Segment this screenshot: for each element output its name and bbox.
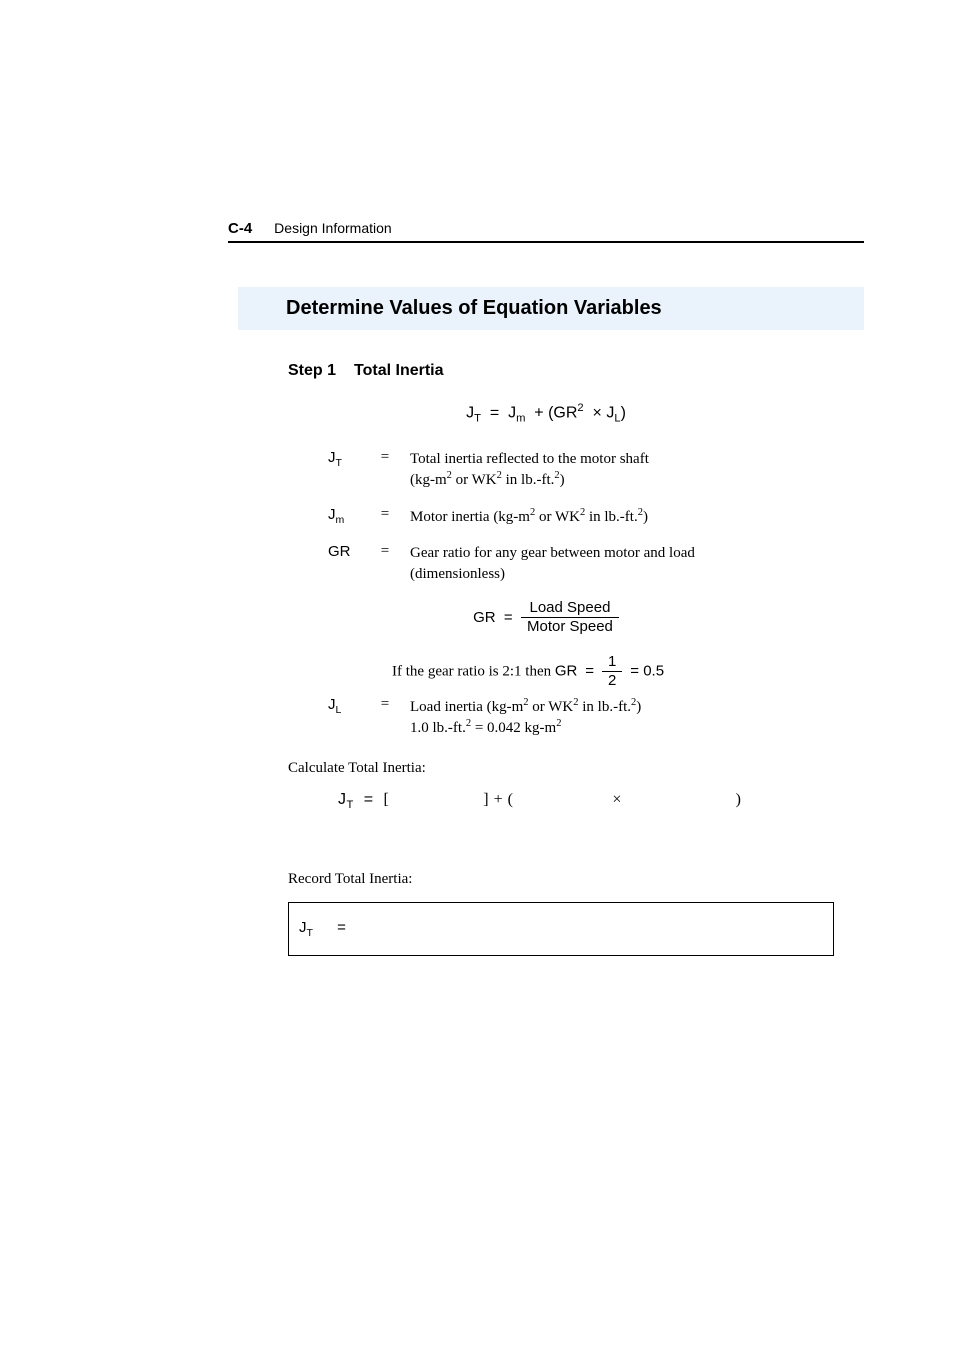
def-jm-sym-var: J	[328, 506, 336, 523]
def-jt: JT = Total inertia reflected to the moto…	[328, 449, 864, 491]
calculate-label: Calculate Total Inertia:	[288, 760, 864, 777]
eq-jt-var: J	[466, 404, 474, 421]
def-jm-text-c: in lb.-ft.	[585, 509, 638, 525]
gr-example-lhs: GR	[555, 662, 578, 679]
def-jl-text: Load inertia (kg-m2 or WK2 in lb.-ft.2) …	[410, 696, 864, 739]
step-1-header: Step 1 Total Inertia	[288, 362, 864, 380]
eq-jt-sub: T	[474, 413, 481, 425]
def-jt-text-line1: Total inertia reflected to the motor sha…	[410, 451, 649, 467]
def-jm-eq: =	[378, 506, 392, 523]
def-gr-text-line2: (dimensionless)	[410, 566, 505, 582]
step-label: Step 1	[288, 362, 336, 380]
eq-gr: GR	[553, 404, 577, 421]
gr-formula-lhs: GR	[473, 609, 496, 626]
def-jm-sym-sub: m	[336, 514, 345, 526]
def-jl-sym-var: J	[328, 696, 336, 713]
def-jm-symbol: Jm	[328, 506, 360, 526]
calculate-expression: JT = [ ] + ( × )	[338, 791, 864, 811]
def-jl-text-a: Load inertia (kg-m	[410, 699, 523, 715]
def-gr: GR = Gear ratio for any gear between mot…	[328, 543, 864, 584]
def-gr-text: Gear ratio for any gear between motor an…	[410, 543, 864, 584]
def-gr-text-line1: Gear ratio for any gear between motor an…	[410, 545, 695, 561]
def-jt-text-a: (kg-m	[410, 472, 447, 488]
def-jl-text-c: in lb.-ft.	[579, 699, 632, 715]
def-jt-text-b: or WK	[452, 472, 497, 488]
variable-definitions: JT = Total inertia reflected to the moto…	[328, 449, 864, 584]
chapter-title: Design Information	[274, 220, 392, 236]
def-jl: JL = Load inertia (kg-m2 or WK2 in lb.-f…	[328, 696, 864, 739]
eq-jl-sub: L	[614, 413, 620, 425]
def-gr-symbol: GR	[328, 543, 360, 560]
gr-example-num: 1	[602, 654, 622, 673]
eq-gr-exp: 2	[577, 402, 583, 414]
running-header: C-4 Design Information	[228, 220, 864, 243]
def-jl-block: JL = Load inertia (kg-m2 or WK2 in lb.-f…	[328, 696, 864, 739]
def-jl-sym-sub: L	[336, 704, 342, 716]
def-jt-text-c: in lb.-ft.	[502, 472, 555, 488]
calc-lhs-sub: T	[347, 799, 354, 811]
record-label: Record Total Inertia:	[288, 871, 864, 888]
def-jt-text-d: )	[560, 472, 565, 488]
record-symbol: JT	[299, 919, 333, 939]
def-jl-symbol: JL	[328, 696, 360, 716]
calc-times: ×	[612, 791, 622, 808]
record-box: JT =	[288, 902, 834, 956]
gr-example-den: 2	[602, 672, 622, 690]
def-jt-sym-sub: T	[336, 457, 342, 469]
def-jl-eq: =	[378, 696, 392, 713]
def-jt-sym-var: J	[328, 449, 336, 466]
def-jl-conv-a: 1.0 lb.-ft.	[410, 720, 466, 736]
def-jl-conv-b: = 0.042 kg-m	[471, 720, 556, 736]
gr-formula-fraction: Load Speed Motor Speed	[521, 600, 619, 636]
def-jm-text: Motor inertia (kg-m2 or WK2 in lb.-ft.2)	[410, 506, 864, 527]
section-heading: Determine Values of Equation Variables	[238, 287, 864, 330]
page-number: C-4	[228, 220, 252, 237]
calc-open-bracket: [	[383, 791, 389, 808]
calc-lhs-var: J	[338, 791, 347, 808]
gr-formula-den: Motor Speed	[521, 618, 619, 636]
gr-example-prefix: If the gear ratio is 2:1 then	[392, 663, 555, 679]
record-eq: =	[337, 919, 346, 936]
gr-example-fraction: 1 2	[602, 654, 622, 690]
def-jt-symbol: JT	[328, 449, 360, 469]
def-jm-text-a: Motor inertia (kg-m	[410, 509, 530, 525]
gr-example-result: 0.5	[643, 662, 664, 679]
def-jm-text-d: )	[643, 509, 648, 525]
def-jt-text: Total inertia reflected to the motor sha…	[410, 449, 864, 491]
def-jl-text-b: or WK	[529, 699, 574, 715]
gr-formula: GR = Load Speed Motor Speed	[228, 600, 864, 636]
total-inertia-equation: JT = Jm + (GR2 × JL)	[228, 402, 864, 425]
def-jm-text-b: or WK	[535, 509, 580, 525]
def-gr-eq: =	[378, 543, 392, 560]
record-sym-var: J	[299, 919, 307, 936]
def-jt-eq: =	[378, 449, 392, 466]
gr-example: If the gear ratio is 2:1 then GR = 1 2 =…	[392, 654, 864, 690]
eq-jm-var: J	[508, 404, 516, 421]
step-title: Total Inertia	[354, 362, 444, 380]
calc-close: )	[736, 791, 742, 808]
calc-mid: ] + (	[483, 791, 513, 808]
record-sym-sub: T	[307, 927, 313, 939]
gr-formula-num: Load Speed	[521, 600, 619, 619]
def-jl-text-d: )	[636, 699, 641, 715]
def-jm: Jm = Motor inertia (kg-m2 or WK2 in lb.-…	[328, 506, 864, 527]
eq-jm-sub: m	[516, 413, 525, 425]
